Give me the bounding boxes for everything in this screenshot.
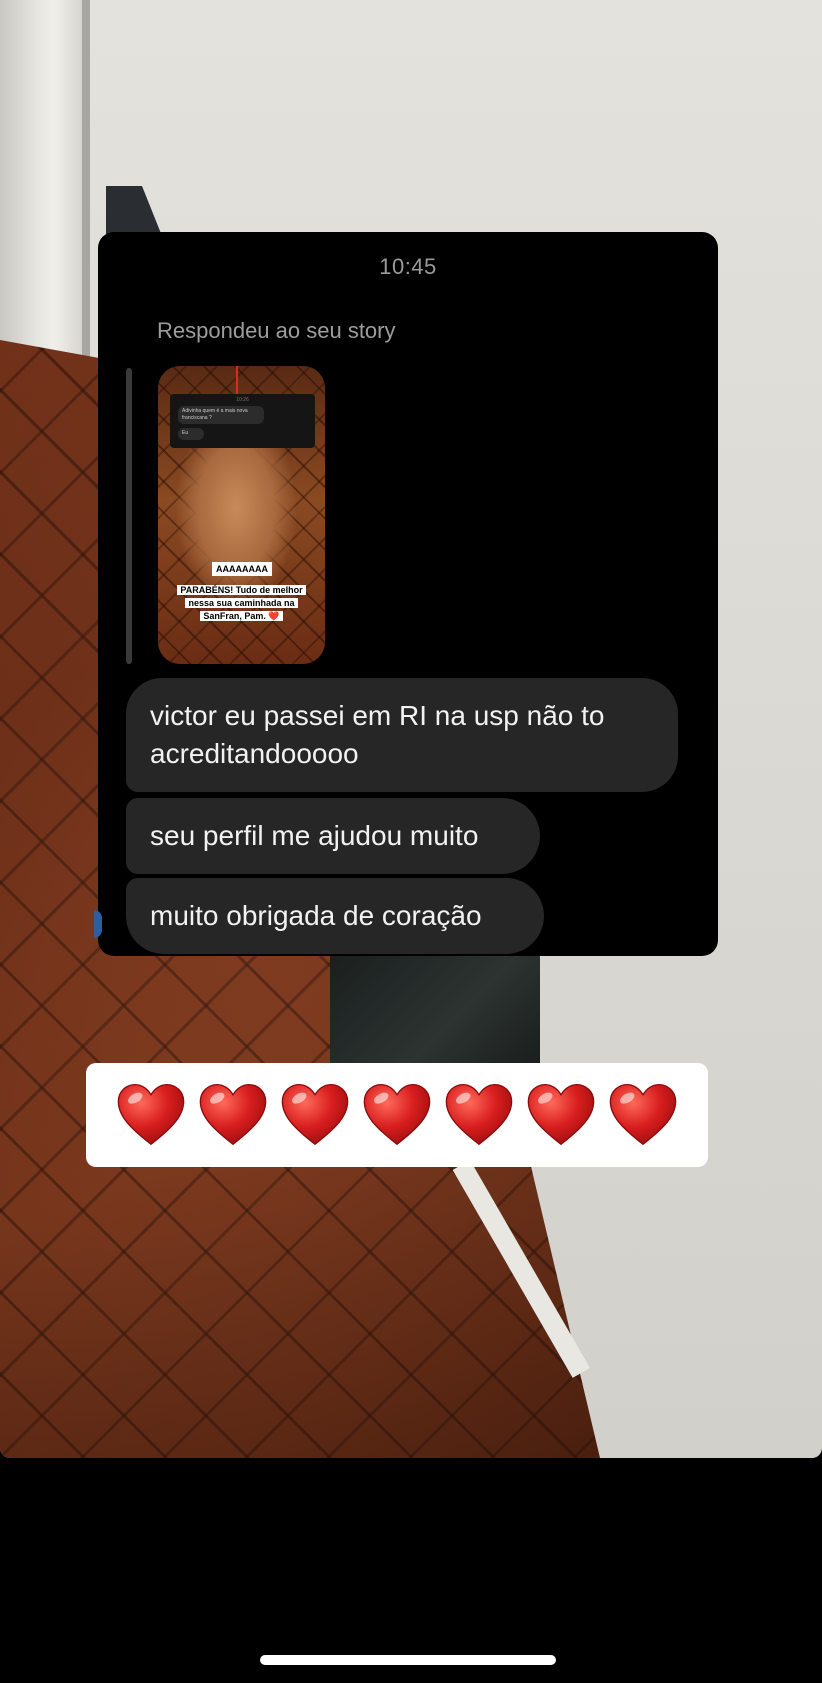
thumbnail-dm-time: 10:26 <box>236 397 249 403</box>
thumbnail-text-sticker: PARABÉNS! Tudo de melhor nessa sua camin… <box>172 584 311 623</box>
home-indicator[interactable] <box>260 1655 556 1665</box>
heart-icon <box>609 1083 677 1146</box>
message-text: muito obrigada de coração <box>150 900 482 931</box>
thumbnail-red-mark <box>236 366 238 394</box>
heart-shape <box>445 1083 513 1146</box>
heart-icon <box>281 1083 349 1146</box>
thumbnail-dm-bubble: Adivinha quem é a mais nova franciscana … <box>178 406 264 424</box>
door-frame-shadow <box>82 0 90 370</box>
message-bubble[interactable]: seu perfil me ajudou muito <box>126 798 540 874</box>
heart-shape <box>609 1083 677 1146</box>
message-text: victor eu passei em RI na usp não to acr… <box>150 700 605 769</box>
message-text: seu perfil me ajudou muito <box>150 820 479 851</box>
message-bubble[interactable]: victor eu passei em RI na usp não to acr… <box>126 678 678 792</box>
hearts-sticker[interactable] <box>86 1063 708 1167</box>
door-frame <box>0 0 90 370</box>
heart-shape <box>199 1083 267 1146</box>
story-thumbnail[interactable]: 10:26 Adivinha quem é a mais nova franci… <box>158 366 325 664</box>
heart-shape <box>527 1083 595 1146</box>
heart-shape <box>281 1083 349 1146</box>
story-reply-label: Respondeu ao seu story <box>157 318 396 343</box>
heart-icon <box>527 1083 595 1146</box>
heart-icon <box>199 1083 267 1146</box>
heart-shape <box>117 1083 185 1146</box>
heart-icon <box>117 1083 185 1146</box>
dm-screenshot: 10:45 Respondeu ao seu story 10:26 Adivi… <box>98 232 718 956</box>
heart-icon <box>445 1083 513 1146</box>
thumbnail-dm-screenshot: 10:26 Adivinha quem é a mais nova franci… <box>170 394 315 448</box>
message-bubble[interactable]: muito obrigada de coração <box>126 878 544 954</box>
message-timestamp: 10:45 <box>379 254 437 279</box>
avatar <box>94 910 102 938</box>
thumbnail-dog <box>176 444 296 604</box>
thumbnail-text-sticker: AAAAAAAA <box>212 562 272 576</box>
reply-indicator-bar <box>126 368 132 664</box>
heart-shape <box>363 1083 431 1146</box>
thumbnail-dm-bubble: Eu <box>178 428 204 440</box>
heart-icon <box>363 1083 431 1146</box>
thumbnail-sticker-text: PARABÉNS! Tudo de melhor nessa sua camin… <box>177 585 306 621</box>
